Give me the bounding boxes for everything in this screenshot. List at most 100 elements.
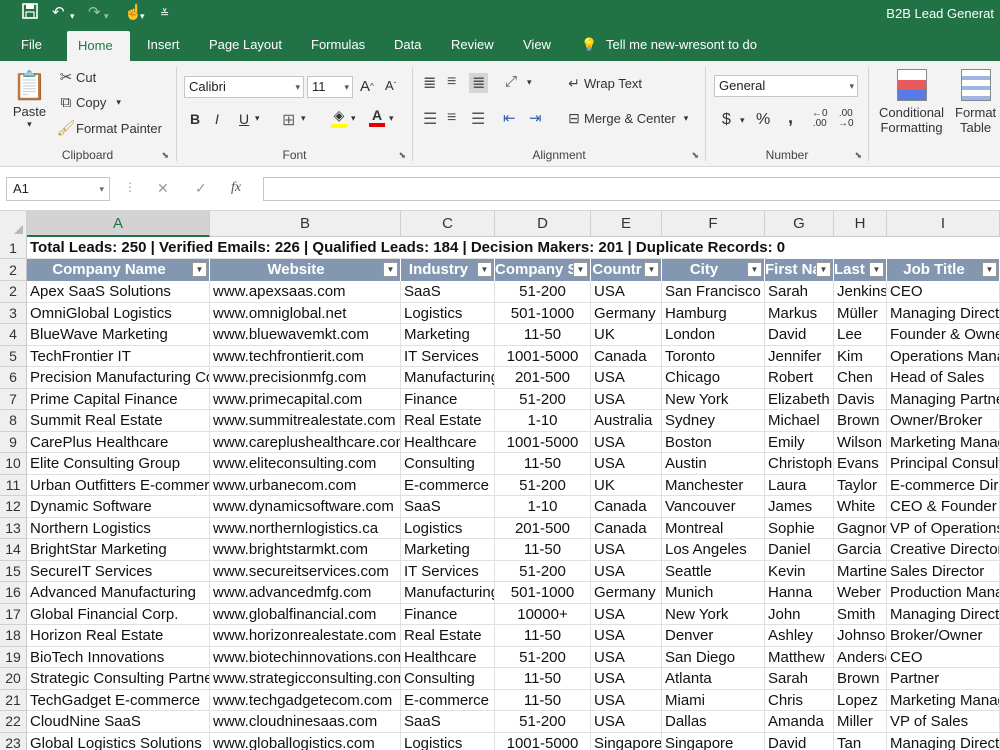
table-cell[interactable]: Atlanta (662, 668, 765, 690)
filter-dropdown-icon[interactable]: ▼ (383, 262, 398, 277)
table-cell[interactable]: Singapore (591, 732, 662, 750)
row-header[interactable]: 18 (0, 625, 27, 647)
table-cell[interactable]: Brown (834, 668, 887, 690)
align-bottom-icon[interactable]: ≣ (469, 73, 489, 93)
row-header[interactable]: 11 (0, 474, 27, 496)
table-cell[interactable]: Germany (591, 302, 662, 324)
row-header[interactable]: 19 (0, 646, 27, 668)
insert-function-icon[interactable]: fx (231, 180, 241, 196)
font-color-dropdown-icon[interactable]: ▾ (389, 113, 394, 124)
table-cell[interactable]: www.techgadgetecom.com (210, 689, 401, 711)
table-cell[interactable]: Ashley (765, 625, 834, 647)
redo-dropdown-icon[interactable]: ▾ (104, 6, 109, 26)
table-cell[interactable]: OmniGlobal Logistics (27, 302, 210, 324)
row-header[interactable]: 2 (0, 281, 27, 303)
table-cell[interactable]: Marketing Manager (887, 689, 1000, 711)
table-cell[interactable]: E-commerce (401, 474, 495, 496)
fill-dropdown-icon[interactable]: ▾ (351, 113, 356, 124)
table-cell[interactable]: Northern Logistics (27, 517, 210, 539)
table-cell[interactable]: Logistics (401, 517, 495, 539)
increase-indent-icon[interactable]: ⇥ (529, 109, 542, 127)
align-middle-icon[interactable]: ≡ (447, 73, 456, 91)
row-header[interactable]: 12 (0, 496, 27, 518)
table-cell[interactable]: SaaS (401, 496, 495, 518)
number-format-dropdown[interactable]: General ▾ (714, 75, 858, 97)
table-cell[interactable]: Prime Capital Finance (27, 388, 210, 410)
undo-dropdown-icon[interactable]: ▾ (70, 6, 75, 26)
table-cell[interactable]: www.bluewavemkt.com (210, 324, 401, 346)
row-header[interactable]: 10 (0, 453, 27, 475)
table-cell[interactable]: Principal Consultant (887, 453, 1000, 475)
align-right-icon[interactable]: ☰ (471, 109, 485, 129)
row-header[interactable]: 17 (0, 603, 27, 625)
table-cell[interactable]: San Francisco (662, 281, 765, 303)
table-cell[interactable]: Emily (765, 431, 834, 453)
wrap-text-button[interactable]: ↵ Wrap Text (564, 75, 642, 92)
table-cell[interactable]: Toronto (662, 345, 765, 367)
table-cell[interactable]: USA (591, 668, 662, 690)
font-name-dropdown[interactable]: Calibri ▾ (184, 76, 304, 98)
table-cell[interactable]: Marketing (401, 539, 495, 561)
table-cell[interactable]: Dallas (662, 711, 765, 733)
align-center-icon[interactable]: ≡ (447, 109, 456, 127)
table-cell[interactable]: 11-50 (495, 539, 591, 561)
tab-view[interactable]: View (512, 28, 562, 61)
column-header-f[interactable]: F (662, 211, 765, 237)
row-header[interactable]: 14 (0, 539, 27, 561)
table-cell[interactable]: 51-200 (495, 560, 591, 582)
format-as-table-button[interactable]: Format Table (955, 69, 996, 135)
table-cell[interactable]: David (765, 324, 834, 346)
table-cell[interactable]: www.summitrealestate.com (210, 410, 401, 432)
table-cell[interactable]: SecureIT Services (27, 560, 210, 582)
percent-button[interactable]: % (756, 111, 770, 129)
italic-button[interactable]: I (215, 111, 219, 127)
table-cell[interactable]: Dynamic Software (27, 496, 210, 518)
table-cell[interactable]: USA (591, 711, 662, 733)
font-size-dropdown[interactable]: 11 ▾ (307, 76, 353, 98)
decrease-indent-icon[interactable]: ⇤ (503, 109, 516, 127)
table-cell[interactable]: 1001-5000 (495, 431, 591, 453)
table-cell[interactable]: Tan (834, 732, 887, 750)
table-cell[interactable]: White (834, 496, 887, 518)
table-cell[interactable]: Advanced Manufacturing (27, 582, 210, 604)
table-cell[interactable]: Strategic Consulting Partners (27, 668, 210, 690)
column-filter-header[interactable]: Industry ▼ (401, 259, 495, 281)
table-cell[interactable]: USA (591, 689, 662, 711)
table-cell[interactable]: James (765, 496, 834, 518)
table-cell[interactable]: Australia (591, 410, 662, 432)
summary-cell[interactable]: Total Leads: 250 | Verified Emails: 226 … (27, 237, 785, 259)
table-cell[interactable]: Taylor (834, 474, 887, 496)
table-cell[interactable]: Sarah (765, 668, 834, 690)
increase-font-icon[interactable]: A ^ (360, 78, 374, 95)
table-cell[interactable]: Markus (765, 302, 834, 324)
table-cell[interactable]: Montreal (662, 517, 765, 539)
table-cell[interactable]: CEO (887, 281, 1000, 303)
table-cell[interactable]: www.globalfinancial.com (210, 603, 401, 625)
row-header[interactable]: 15 (0, 560, 27, 582)
table-cell[interactable]: USA (591, 539, 662, 561)
merge-center-button[interactable]: ⊟ Merge & Center ▾ (564, 110, 688, 127)
table-cell[interactable]: Martinez (834, 560, 887, 582)
table-cell[interactable]: UK (591, 474, 662, 496)
table-cell[interactable]: 1-10 (495, 410, 591, 432)
table-cell[interactable]: Managing Director (887, 302, 1000, 324)
redo-icon[interactable]: ↷ (88, 3, 101, 23)
table-cell[interactable]: Hamburg (662, 302, 765, 324)
table-cell[interactable]: Logistics (401, 302, 495, 324)
table-cell[interactable]: Los Angeles (662, 539, 765, 561)
tab-page-layout[interactable]: Page Layout (198, 28, 293, 61)
table-cell[interactable]: Elite Consulting Group (27, 453, 210, 475)
dialog-launcher-icon[interactable]: ⬊ (854, 150, 862, 161)
table-cell[interactable]: USA (591, 367, 662, 389)
row-header[interactable]: 6 (0, 367, 27, 389)
table-cell[interactable]: Manchester (662, 474, 765, 496)
table-cell[interactable]: Operations Manager (887, 345, 1000, 367)
table-cell[interactable]: New York (662, 603, 765, 625)
decrease-font-icon[interactable]: Aˇ (385, 78, 396, 93)
row-header[interactable]: 4 (0, 324, 27, 346)
cut-button[interactable]: ✂ Cut (56, 68, 97, 86)
tab-insert[interactable]: Insert (136, 28, 191, 61)
table-cell[interactable]: Matthew (765, 646, 834, 668)
table-cell[interactable]: Daniel (765, 539, 834, 561)
table-cell[interactable]: 1001-5000 (495, 345, 591, 367)
